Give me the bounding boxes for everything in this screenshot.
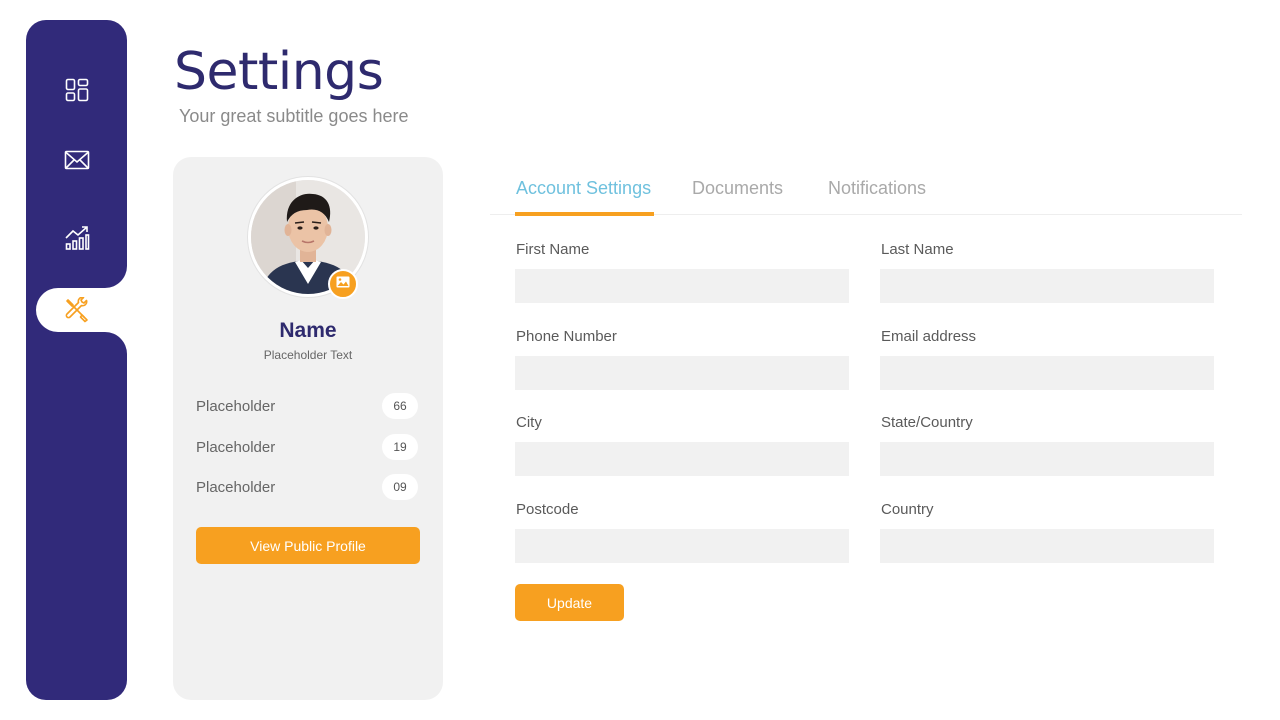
stat-badge: 66 (382, 393, 418, 419)
state-country-label: State/Country (881, 414, 973, 431)
tab-notifications[interactable]: Notifications (828, 176, 926, 200)
state-country-field[interactable] (880, 442, 1214, 476)
last-name-field[interactable] (880, 269, 1214, 303)
tab-account-settings[interactable]: Account Settings (516, 176, 651, 200)
avatar-wrapper (248, 177, 368, 299)
stat-row: Placeholder 66 (196, 393, 418, 419)
country-label: Country (881, 501, 934, 518)
active-tab-indicator (515, 212, 654, 216)
postcode-label: Postcode (516, 501, 579, 518)
sidebar-item-dashboard[interactable] (26, 68, 127, 112)
dashboard-icon (65, 78, 89, 102)
change-photo-button[interactable] (328, 269, 358, 299)
view-public-profile-button[interactable]: View Public Profile (196, 527, 420, 564)
stat-badge: 19 (382, 434, 418, 460)
first-name-label: First Name (516, 241, 590, 258)
sidebar-item-settings[interactable] (36, 288, 127, 332)
profile-subtitle: Placeholder Text (263, 348, 353, 362)
sidebar-item-analytics[interactable] (26, 216, 127, 260)
city-label: City (516, 414, 542, 431)
stat-label: Placeholder (196, 478, 276, 496)
analytics-icon (64, 225, 90, 251)
phone-number-label: Phone Number (516, 328, 617, 345)
stat-label: Placeholder (196, 438, 276, 456)
settings-page: Settings Your great subtitle goes here N… (0, 0, 1280, 720)
active-notch-top (105, 266, 127, 288)
page-subtitle: Your great subtitle goes here (179, 106, 409, 126)
tab-bar: Account Settings Documents Notifications (490, 172, 1242, 216)
postcode-field[interactable] (515, 529, 849, 563)
stat-label: Placeholder (196, 397, 276, 415)
stat-row: Placeholder 09 (196, 474, 418, 500)
first-name-field[interactable] (515, 269, 849, 303)
email-field[interactable] (880, 356, 1214, 390)
tab-documents[interactable]: Documents (692, 176, 783, 200)
page-title: Settings (174, 42, 384, 102)
city-field[interactable] (515, 442, 849, 476)
active-notch-bottom (105, 332, 127, 354)
sidebar (26, 20, 127, 700)
mail-icon (64, 149, 90, 171)
sidebar-item-mail[interactable] (26, 138, 127, 182)
image-icon (336, 275, 350, 293)
phone-number-field[interactable] (515, 356, 849, 390)
tools-icon (64, 297, 90, 323)
profile-name: Name (279, 319, 337, 342)
email-label: Email address (881, 328, 977, 345)
stat-row: Placeholder 19 (196, 434, 418, 460)
country-field[interactable] (880, 529, 1214, 563)
profile-card: Name Placeholder Text Placeholder 66 Pla… (173, 157, 443, 700)
update-button[interactable]: Update (515, 584, 624, 621)
last-name-label: Last Name (881, 241, 954, 258)
stat-badge: 09 (382, 474, 418, 500)
